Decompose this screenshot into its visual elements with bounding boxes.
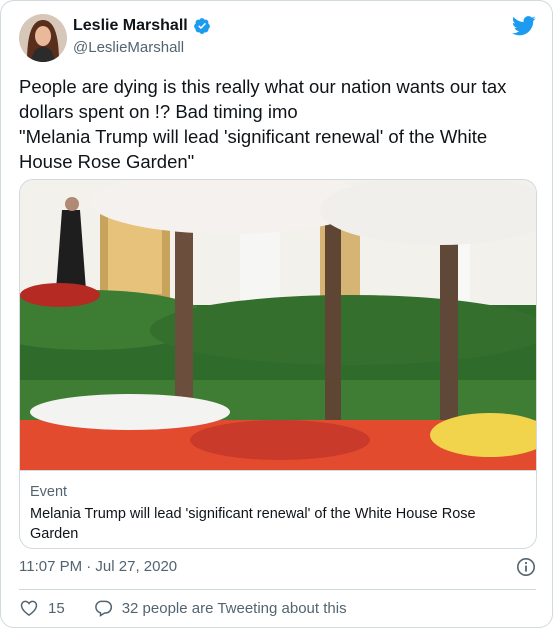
card-title: Melania Trump will lead 'significant ren… bbox=[30, 506, 476, 542]
speech-bubble-icon bbox=[94, 600, 112, 617]
link-card[interactable]: Event Melania Trump will lead 'significa… bbox=[19, 179, 537, 549]
heart-icon bbox=[20, 600, 38, 616]
tweet-text-line: People are dying is this really what our… bbox=[19, 76, 507, 122]
verified-badge-icon bbox=[193, 18, 210, 34]
timestamp[interactable]: 11:07 PM · Jul 27, 2020 bbox=[19, 558, 177, 575]
avatar[interactable] bbox=[19, 14, 67, 62]
twitter-bird-icon[interactable] bbox=[512, 16, 536, 36]
card-image bbox=[20, 180, 536, 470]
handle[interactable]: @LeslieMarshall bbox=[73, 39, 184, 56]
tweet-quote-line: "Melania Trump will lead 'significant re… bbox=[19, 126, 488, 172]
divider bbox=[19, 589, 536, 590]
tweet-card: Leslie Marshall @LeslieMarshall People a… bbox=[0, 0, 553, 628]
display-name[interactable]: Leslie Marshall bbox=[73, 17, 188, 35]
like-count: 15 bbox=[48, 599, 65, 617]
conversation-label: 32 people are Tweeting about this bbox=[121, 599, 347, 617]
like-button[interactable]: 15 bbox=[19, 598, 65, 618]
info-icon[interactable] bbox=[516, 557, 536, 577]
action-bar: 15 32 people are Tweeting about this bbox=[19, 598, 347, 618]
conversation-button[interactable]: 32 people are Tweeting about this bbox=[93, 598, 347, 618]
tweet-text: People are dying is this really what our… bbox=[19, 74, 539, 174]
card-kicker: Event bbox=[30, 484, 68, 500]
name-row: Leslie Marshall bbox=[73, 17, 211, 35]
card-meta: Event Melania Trump will lead 'significa… bbox=[20, 470, 536, 548]
